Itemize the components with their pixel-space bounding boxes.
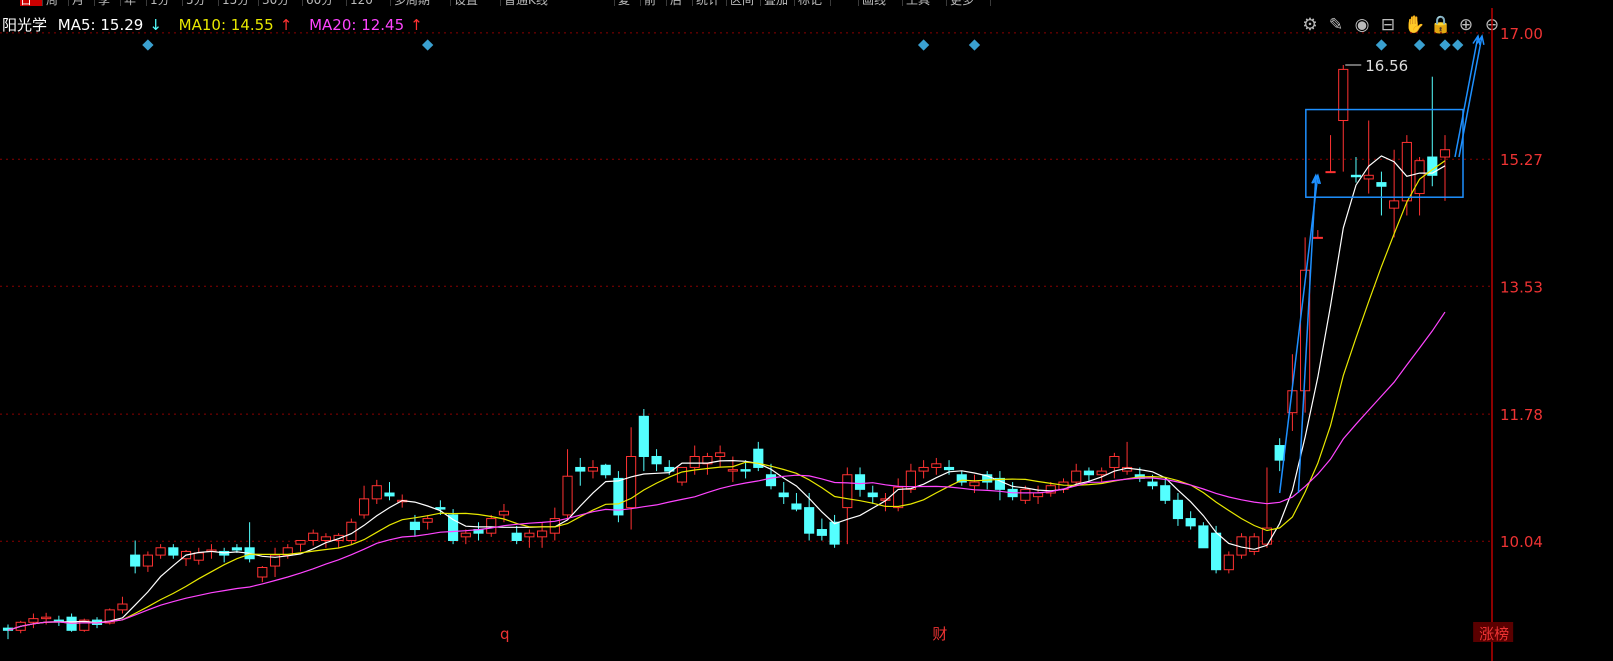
candle-body [1211,532,1222,571]
event-label: 涨榜 [1479,625,1509,643]
candle-body [1160,485,1171,501]
candle-body [918,466,929,472]
candle-body [943,466,955,471]
candle-body [969,481,980,487]
annotation-arrow-3 [1454,35,1479,158]
candle-body [117,603,128,611]
candle-body [842,474,853,509]
candle-body [28,618,39,623]
candle-body [778,492,789,498]
y-tick-label: 10.04 [1500,533,1543,551]
info-marker [917,39,930,51]
kline-chart[interactable]: 17.00 15.27 13.53 11.78 10.04 16.56 q 财 涨榜 [0,0,1613,661]
candle-body [1312,236,1323,239]
info-marker [1375,39,1388,51]
candle-body [587,466,599,472]
candle-body [829,521,840,545]
candle-body [1363,174,1374,180]
info-marker [968,39,981,51]
candle-body [867,492,878,498]
candle-body [956,474,967,483]
candle-body [1376,182,1387,187]
candle-body [600,464,611,476]
candle-body [562,475,573,516]
candle-body [435,507,446,510]
candle-body [676,466,688,483]
candle-body [1109,455,1120,468]
candle-body [486,518,497,534]
y-tick-label: 11.78 [1500,406,1543,424]
candle-body [537,530,548,538]
info-marker [1413,39,1426,51]
candle-body [142,554,153,567]
candle-body [1071,470,1082,483]
candle-body [1172,499,1184,520]
annotation-arrow-4 [1458,35,1483,158]
candle-body [498,510,510,516]
candle-body [257,567,268,578]
candle-body [765,474,777,487]
candle-body [651,455,662,465]
candle-body [193,552,204,561]
candle-body [1350,174,1362,178]
candle-body [575,466,586,472]
candle-body [1083,470,1095,476]
candle-body [320,536,331,541]
candle-body [130,554,141,567]
candle-body [308,532,319,541]
high-annotation: 16.56 [1365,57,1408,75]
candle-body [791,503,802,510]
candle-body [1020,488,1031,501]
candle-body [155,547,166,556]
candle-body [371,485,382,500]
candle-body [804,507,815,534]
candle-body [816,529,827,536]
info-marker [142,39,154,51]
info-marker [1452,39,1464,51]
candle-body [689,455,700,468]
candle-body [511,532,522,541]
candle-body [384,492,395,497]
candle-body [295,539,306,545]
candle-body [715,452,726,457]
candle-body [1147,481,1158,487]
candle-body [41,616,52,620]
candle-body [1198,525,1209,549]
candle-body [1032,492,1044,498]
candle-body [1439,149,1451,158]
candle-body [448,514,459,541]
info-marker [1439,39,1451,51]
candle-body [1325,171,1336,174]
candle-body [460,532,471,538]
candle-body [854,474,866,490]
candle-body [727,469,738,472]
candle-body [1223,554,1234,571]
candle-body [168,547,179,556]
candle-body [1096,470,1107,476]
candle-body [740,469,751,472]
candle-body [53,619,64,622]
y-tick-label: 17.00 [1500,25,1543,43]
y-tick-label: 15.27 [1500,151,1543,169]
candle-body [1338,68,1349,122]
candle-body [1401,141,1412,202]
candle-body [1185,518,1196,527]
event-label: 财 [932,625,947,643]
candle-body [893,486,904,509]
event-label: q [500,625,510,643]
candle-body [358,498,370,516]
candle-body [409,521,421,531]
candle-body [638,415,649,457]
ma20-line [7,311,1446,631]
candle-body [422,518,433,523]
candle-body [524,532,535,538]
annotation-arrow-1 [1278,175,1319,494]
info-marker [421,39,434,51]
candle-body [931,463,942,468]
candle-body [1274,445,1285,461]
y-tick-label: 13.53 [1500,278,1543,296]
candle-body [231,547,242,551]
candle-body [1389,200,1400,209]
